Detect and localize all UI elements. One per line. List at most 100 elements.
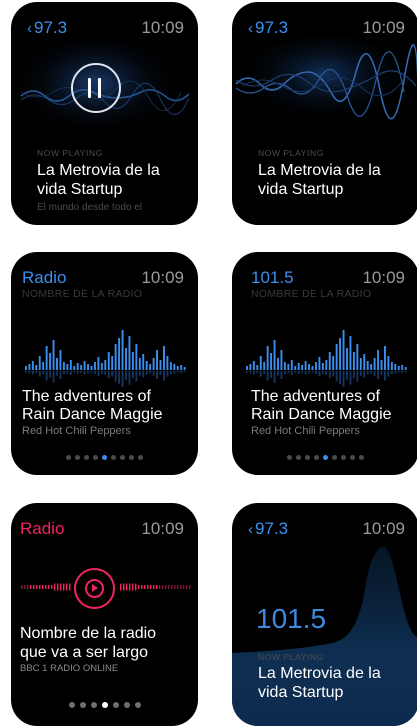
page-dot [305, 455, 310, 460]
track-title-line-2: vida Startup [258, 181, 344, 198]
tuning-tick [186, 585, 188, 589]
spectrum-bar [152, 358, 155, 370]
tuning-tick [132, 583, 134, 591]
spectrum-bar [370, 364, 373, 370]
spectrum-reflection [384, 371, 386, 381]
spectrum-bar [315, 362, 317, 370]
pause-button[interactable] [71, 63, 121, 113]
page-dot [84, 455, 89, 460]
spectrum-bar [38, 356, 41, 370]
spectrum-bar [390, 362, 393, 370]
watch-screen-frequency: ‹ 97.3 10:09 101.5 NOW PLAYING La Metrovi… [232, 503, 417, 726]
page-dot [359, 455, 364, 460]
spectrum-reflection [315, 371, 317, 375]
page-dot [79, 702, 86, 708]
spectrum-bar [249, 364, 252, 370]
tuning-tick [174, 585, 176, 589]
spectrum-bar [111, 356, 114, 370]
page-dot [134, 702, 141, 708]
clock-time: 10:09 [141, 18, 184, 37]
spectrum-reflection [135, 371, 138, 382]
spectrum-reflection [111, 371, 114, 377]
station-name-line-2: que va a ser largo [20, 644, 149, 661]
back-button[interactable]: ‹ 97.3 [248, 18, 288, 38]
tuning-tick [54, 583, 56, 591]
spectrum-reflection [62, 371, 65, 375]
spectrum-reflection [401, 371, 404, 373]
page-dot [93, 455, 98, 460]
page-dot [90, 702, 97, 708]
tuning-tick [165, 585, 167, 589]
station-label: Radio [20, 519, 65, 538]
spectrum-reflection [283, 371, 286, 375]
spectrum-reflection [249, 371, 252, 374]
spectrum-bar [252, 361, 255, 370]
tuning-tick [153, 585, 155, 589]
page-dot [138, 455, 143, 460]
page-dot [75, 455, 80, 460]
spectrum-reflection [359, 371, 362, 376]
spectrum-bar [277, 358, 279, 370]
page-dot [120, 455, 125, 460]
spectrum-bar [176, 366, 179, 370]
track-title-line-2: Rain Dance Maggie [22, 406, 163, 423]
spectrum-reflection [97, 371, 100, 377]
track-title-line-2: Rain Dance Maggie [251, 406, 392, 423]
play-button[interactable] [74, 568, 115, 609]
spectrum-bar [294, 366, 297, 370]
tuning-tick [147, 585, 149, 589]
spectrum-bar [49, 353, 52, 370]
tuning-tick [135, 583, 137, 591]
spectrum-reflection [252, 371, 255, 375]
spectrum-bar [128, 336, 131, 370]
spectrum-reflection [76, 371, 79, 374]
spectrum-reflection [159, 371, 162, 375]
track-title-line-2: vida Startup [258, 684, 344, 701]
spectrum-reflection [45, 371, 48, 381]
spectrum-reflection [325, 371, 328, 375]
spectrum-reflection [121, 371, 124, 387]
tuning-tick [168, 585, 170, 589]
spectrum-reflection [52, 371, 55, 383]
spectrum-reflection [352, 371, 355, 379]
watch-screen-radio-track-frequency: 101.5 10:09 NOMBRE DE LA RADIO The adven… [232, 252, 417, 475]
spectrum-bar [401, 365, 404, 370]
spectrum-reflection [308, 371, 310, 374]
tuning-tick [123, 583, 125, 591]
spectrum-reflection [332, 371, 335, 377]
spectrum-bar [121, 330, 124, 370]
spectrum-reflection [104, 371, 107, 375]
spectrum-bar [283, 362, 286, 370]
spectrum-reflection [304, 371, 307, 375]
page-dot-active [323, 455, 328, 460]
spectrum-reflection [346, 371, 348, 380]
play-icon [85, 579, 104, 598]
clock-time: 10:09 [141, 268, 184, 287]
spectrum-bar [66, 364, 69, 370]
spectrum-reflection [80, 371, 83, 373]
spectrum-bar [118, 338, 121, 370]
track-title-line-1: The adventures of [22, 388, 151, 405]
back-button[interactable]: ‹ 97.3 [248, 519, 288, 539]
watch-screen-radio-track: Radio 10:09 NOMBRE DE LA RADIO The adven… [11, 252, 198, 475]
spectrum-reflection [163, 371, 165, 381]
spectrum-reflection [59, 371, 62, 379]
tuning-tick [21, 585, 23, 589]
spectrum-bar [304, 361, 307, 370]
spectrum-bar [163, 346, 165, 370]
tuning-tick [180, 585, 182, 589]
spectrum-bar [387, 356, 390, 370]
tuning-tick [48, 585, 50, 589]
spectrum-bar [180, 365, 183, 370]
page-dot [296, 455, 301, 460]
tuning-tick [144, 585, 146, 589]
tuning-tick [138, 585, 140, 589]
track-title-line-1: La Metrovia de la [258, 665, 381, 682]
spectrum-reflection [183, 371, 186, 373]
clock-time: 10:09 [141, 519, 184, 538]
spectrum-bar [339, 338, 342, 370]
spectrum-reflection [377, 371, 379, 379]
spectrum-bar [156, 350, 158, 370]
back-button[interactable]: ‹ 97.3 [27, 18, 67, 38]
page-dot [350, 455, 355, 460]
